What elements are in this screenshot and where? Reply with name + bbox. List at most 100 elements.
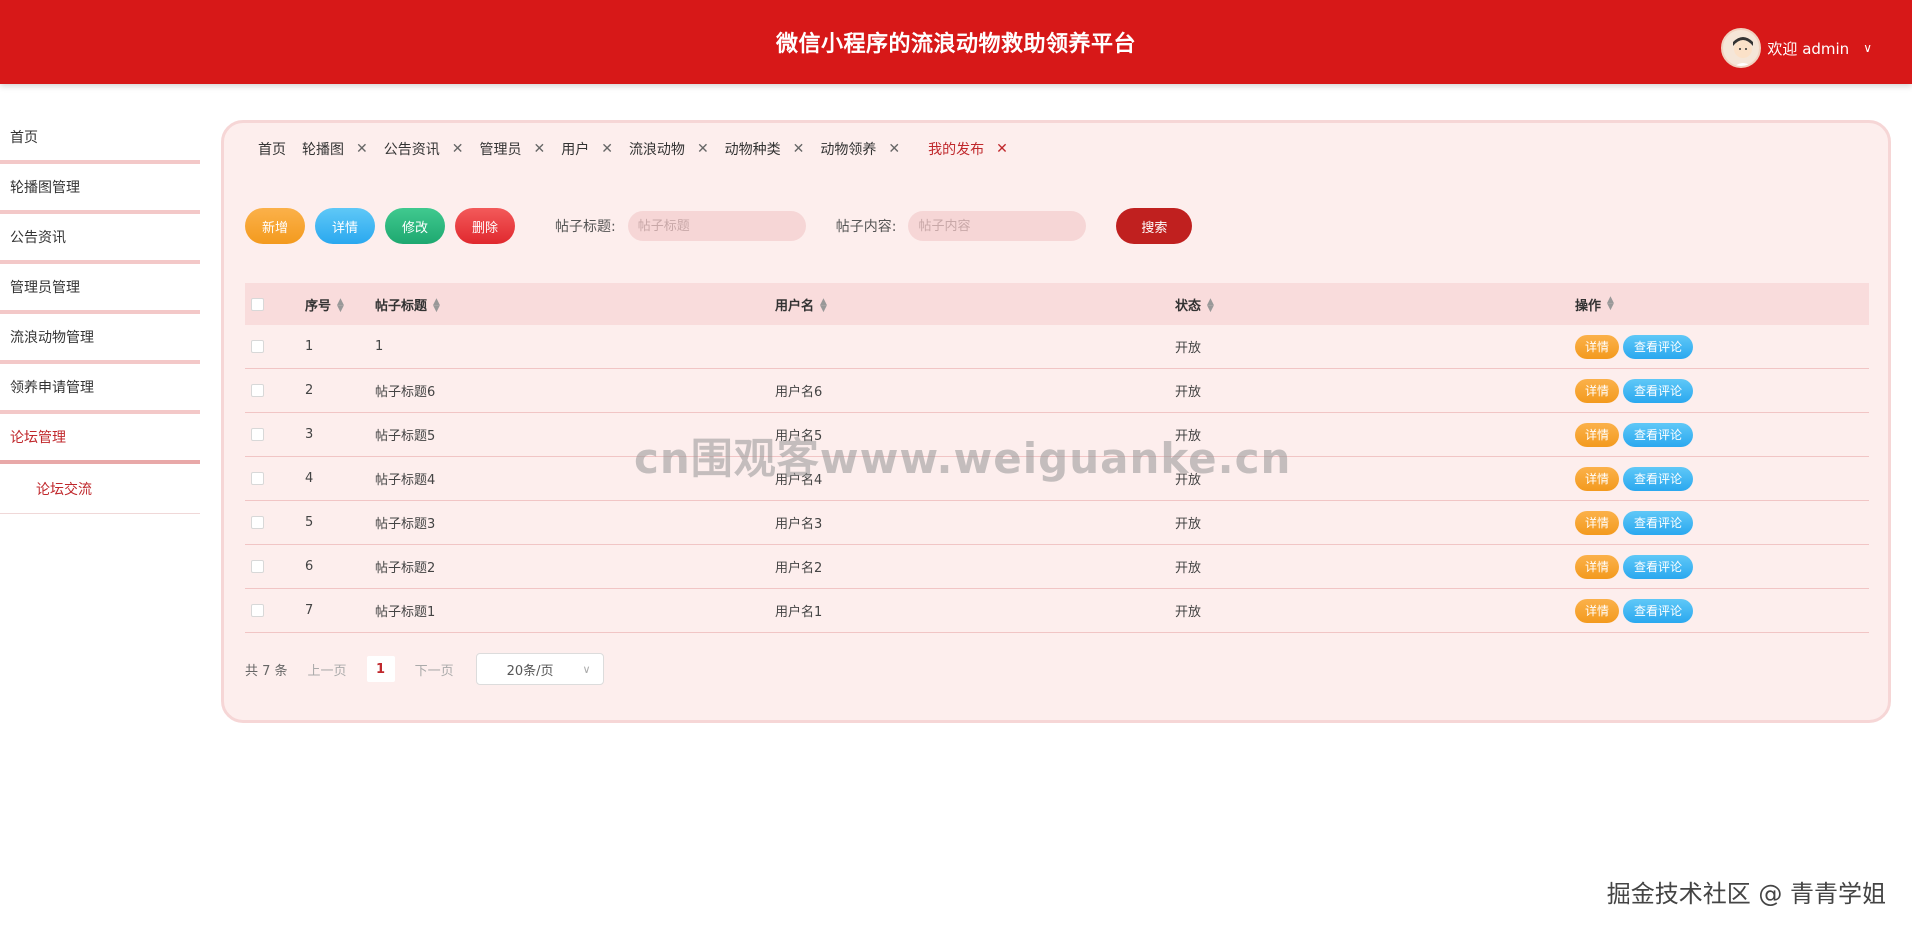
tab-users[interactable]: 用户 ✕ xyxy=(561,137,613,161)
select-all-checkbox[interactable] xyxy=(251,297,264,311)
user-menu[interactable]: 欢迎 admin ∨ xyxy=(1721,28,1872,68)
content-search-input[interactable] xyxy=(908,211,1087,241)
sidebar-item-label: 首页 xyxy=(10,130,38,146)
row-checkbox[interactable] xyxy=(251,516,264,529)
row-view-comments-button[interactable]: 查看评论 xyxy=(1623,598,1693,623)
row-view-comments-button[interactable]: 查看评论 xyxy=(1623,422,1693,447)
sort-icon[interactable]: ▲ ▼ xyxy=(337,298,344,314)
column-header-actions[interactable]: 操作 ▲ ▼ xyxy=(1575,295,1869,314)
page-size-select[interactable]: 20条/页 ∨ xyxy=(475,653,604,685)
close-icon[interactable]: ✕ xyxy=(996,141,1008,157)
row-detail-button[interactable]: 详情 xyxy=(1575,422,1619,447)
sidebar-item-news[interactable]: 公告资讯 xyxy=(0,214,200,264)
next-page-button[interactable]: 下一页 xyxy=(415,660,454,679)
pagination: 共 7 条 上一页 1 下一页 20条/页 ∨ xyxy=(245,653,604,685)
source-footnote: 掘金技术社区 @ 青青学姐 xyxy=(1606,880,1886,908)
title-filter-label: 帖子标题: xyxy=(555,219,616,235)
sidebar-item-label: 流浪动物管理 xyxy=(10,330,94,346)
sidebar-item-adoption[interactable]: 领养申请管理 xyxy=(0,364,200,414)
cell-no: 2 xyxy=(305,383,314,398)
edit-button[interactable]: 修改 xyxy=(385,208,445,244)
tab-species[interactable]: 动物种类 ✕ xyxy=(725,137,805,161)
table-row[interactable]: 6 帖子标题2 用户名2 开放 详情 查看评论 xyxy=(245,545,1869,589)
row-checkbox[interactable] xyxy=(251,560,264,573)
tab-label: 轮播图 xyxy=(302,142,344,158)
search-button[interactable]: 搜索 xyxy=(1116,208,1193,244)
row-view-comments-button[interactable]: 查看评论 xyxy=(1623,466,1693,491)
close-icon[interactable]: ✕ xyxy=(888,141,900,157)
table-row[interactable]: 2 帖子标题6 用户名6 开放 详情 查看评论 xyxy=(245,369,1869,413)
sort-icon[interactable]: ▲ ▼ xyxy=(820,298,827,314)
tab-animals[interactable]: 流浪动物 ✕ xyxy=(629,137,709,161)
row-detail-button[interactable]: 详情 xyxy=(1575,334,1619,359)
column-header-no[interactable]: 序号 ▲ ▼ xyxy=(305,295,375,314)
cell-title: 帖子标题1 xyxy=(375,605,436,620)
sidebar-item-carousel[interactable]: 轮播图管理 xyxy=(0,164,200,214)
sidebar-item-label: 论坛管理 xyxy=(10,430,66,446)
row-checkbox[interactable] xyxy=(251,604,264,617)
column-header-user[interactable]: 用户名 ▲ ▼ xyxy=(775,295,1175,314)
table-row[interactable]: 7 帖子标题1 用户名1 开放 详情 查看评论 xyxy=(245,589,1869,633)
cell-no: 4 xyxy=(305,471,314,486)
sidebar-subitem-forum-exchange[interactable]: 论坛交流 xyxy=(0,464,200,514)
row-view-comments-button[interactable]: 查看评论 xyxy=(1623,334,1693,359)
cell-user: 用户名6 xyxy=(775,385,823,400)
cell-actions: 详情 查看评论 xyxy=(1575,334,1869,359)
cell-title: 帖子标题6 xyxy=(375,385,436,400)
table-row[interactable]: 1 1 开放 详情 查看评论 xyxy=(245,325,1869,369)
sidebar-item-label: 轮播图管理 xyxy=(10,180,80,196)
close-icon[interactable]: ✕ xyxy=(793,141,805,157)
tab-home[interactable]: 首页 xyxy=(258,137,286,161)
row-checkbox[interactable] xyxy=(251,340,264,353)
row-view-comments-button[interactable]: 查看评论 xyxy=(1623,510,1693,535)
row-view-comments-button[interactable]: 查看评论 xyxy=(1623,554,1693,579)
prev-page-button[interactable]: 上一页 xyxy=(308,660,347,679)
row-detail-button[interactable]: 详情 xyxy=(1575,598,1619,623)
tab-carousel[interactable]: 轮播图 ✕ xyxy=(302,137,368,161)
row-checkbox[interactable] xyxy=(251,472,264,485)
row-checkbox[interactable] xyxy=(251,384,264,397)
cell-no: 5 xyxy=(305,515,314,530)
close-icon[interactable]: ✕ xyxy=(697,141,709,157)
sidebar-item-admin[interactable]: 管理员管理 xyxy=(0,264,200,314)
close-icon[interactable]: ✕ xyxy=(356,141,368,157)
tab-label: 用户 xyxy=(561,142,590,158)
tab-my-posts[interactable]: 我的发布 ✕ xyxy=(928,137,1008,161)
row-checkbox[interactable] xyxy=(251,428,264,441)
tab-label: 首页 xyxy=(258,142,286,158)
page-size-value: 20条/页 xyxy=(506,663,554,679)
close-icon[interactable]: ✕ xyxy=(533,141,545,157)
column-header-title[interactable]: 帖子标题 ▲ ▼ xyxy=(375,295,775,314)
tab-bar: 首页 轮播图 ✕ 公告资讯 ✕ 管理员 ✕ 用户 ✕ 流浪动物 ✕ 动物种类 ✕ 动物领养 ✕… xyxy=(258,137,1024,161)
sort-icon[interactable]: ▲ ▼ xyxy=(1207,298,1214,314)
cell-actions: 详情 查看评论 xyxy=(1575,598,1869,623)
avatar[interactable] xyxy=(1721,28,1762,68)
close-icon[interactable]: ✕ xyxy=(601,141,613,157)
tab-adoption[interactable]: 动物领养 ✕ xyxy=(820,137,900,161)
current-page[interactable]: 1 xyxy=(366,656,395,682)
cell-title: 1 xyxy=(375,339,384,354)
row-detail-button[interactable]: 详情 xyxy=(1575,378,1619,403)
sort-icon[interactable]: ▲ ▼ xyxy=(1607,296,1614,312)
sort-icon[interactable]: ▲ ▼ xyxy=(433,298,440,314)
detail-button[interactable]: 详情 xyxy=(315,208,375,244)
column-header-status[interactable]: 状态 ▲ ▼ xyxy=(1175,295,1575,314)
chevron-down-icon[interactable]: ∨ xyxy=(1863,41,1872,55)
row-detail-button[interactable]: 详情 xyxy=(1575,554,1619,579)
add-button[interactable]: 新增 xyxy=(245,208,305,244)
table-row[interactable]: 5 帖子标题3 用户名3 开放 详情 查看评论 xyxy=(245,501,1869,545)
cell-actions: 详情 查看评论 xyxy=(1575,422,1869,447)
row-view-comments-button[interactable]: 查看评论 xyxy=(1623,378,1693,403)
tab-label: 动物领养 xyxy=(820,142,877,158)
title-search-input[interactable] xyxy=(627,211,806,241)
sidebar-item-animals[interactable]: 流浪动物管理 xyxy=(0,314,200,364)
sidebar-item-forum[interactable]: 论坛管理 xyxy=(0,414,200,464)
tab-admin[interactable]: 管理员 ✕ xyxy=(479,137,545,161)
close-icon[interactable]: ✕ xyxy=(452,141,464,157)
row-detail-button[interactable]: 详情 xyxy=(1575,510,1619,535)
delete-button[interactable]: 删除 xyxy=(455,208,515,244)
row-detail-button[interactable]: 详情 xyxy=(1575,466,1619,491)
main-panel: 首页 轮播图 ✕ 公告资讯 ✕ 管理员 ✕ 用户 ✕ 流浪动物 ✕ 动物种类 ✕ 动物领养 ✕… xyxy=(221,120,1891,723)
sidebar-item-home[interactable]: 首页 xyxy=(0,114,200,164)
tab-news[interactable]: 公告资讯 ✕ xyxy=(384,137,464,161)
